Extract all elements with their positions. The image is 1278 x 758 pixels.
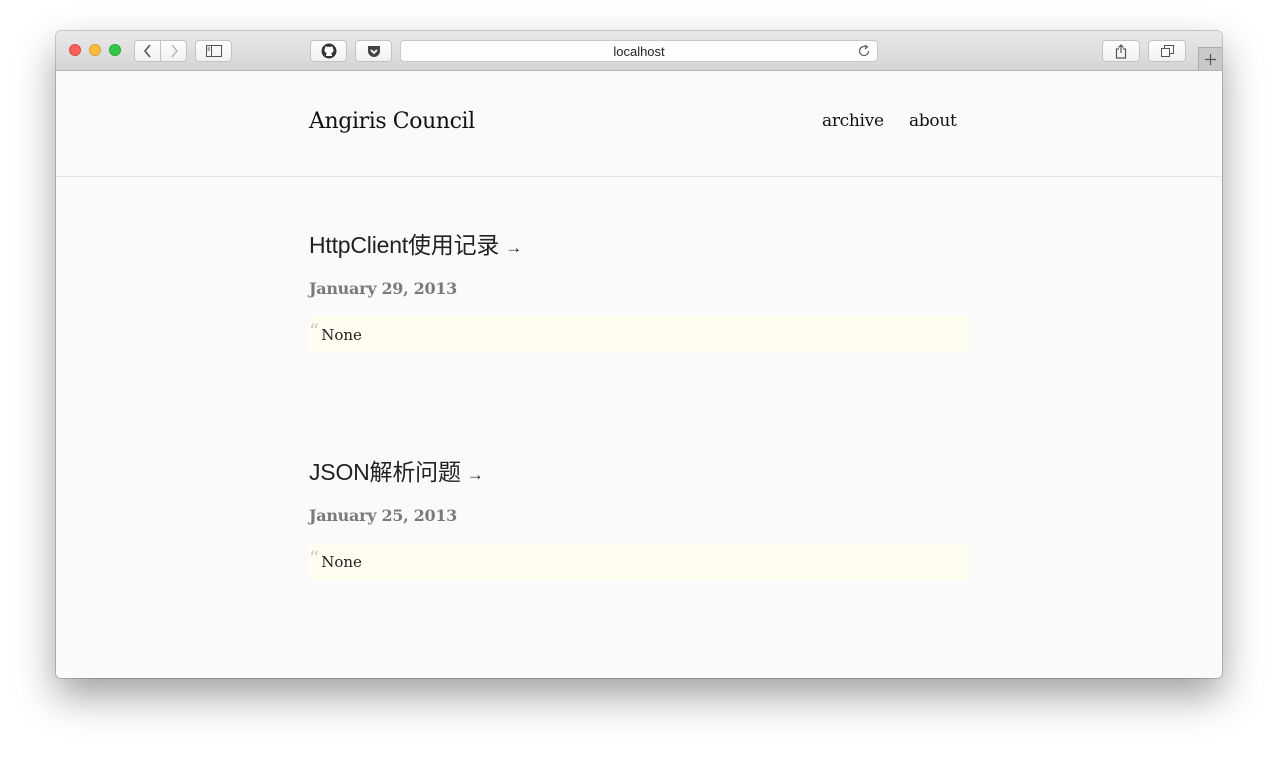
chevron-left-icon — [143, 44, 151, 58]
back-button[interactable] — [134, 40, 161, 62]
share-icon — [1115, 43, 1127, 59]
sidebar-button[interactable] — [195, 40, 232, 62]
post-excerpt-text: None — [321, 552, 362, 571]
browser-window: localhost Angiris Council archive about … — [56, 31, 1222, 678]
pocket-extension-button[interactable] — [355, 40, 392, 62]
tabs-icon — [1160, 45, 1174, 57]
quote-mark-icon: “ — [309, 318, 320, 343]
post-excerpt: “ None — [309, 316, 968, 353]
plus-icon — [1205, 53, 1216, 65]
post-title: JSON解析问题 → — [309, 457, 968, 487]
page-content: Angiris Council archive about HttpClient… — [56, 71, 1222, 678]
url-text: localhost — [613, 43, 665, 59]
browser-toolbar: localhost — [56, 31, 1222, 71]
post-item: HttpClient使用记录 → January 29, 2013 “ None — [309, 230, 968, 353]
site-title-link[interactable]: Angiris Council — [309, 109, 475, 134]
github-icon — [321, 43, 336, 59]
post-date: January 25, 2013 — [309, 506, 458, 525]
address-bar[interactable]: localhost — [400, 40, 878, 62]
post-permalink-arrow[interactable]: → — [467, 465, 484, 484]
new-tab-button[interactable] — [1198, 47, 1222, 70]
nav-about-link[interactable]: about — [909, 111, 957, 131]
minimize-window-button[interactable] — [89, 44, 101, 56]
tabs-overview-button[interactable] — [1148, 40, 1186, 62]
nav-archive-link[interactable]: archive — [822, 111, 884, 131]
quote-mark-icon: “ — [309, 545, 320, 570]
post-excerpt: “ None — [309, 543, 968, 580]
zoom-window-button[interactable] — [109, 44, 121, 56]
post-permalink-arrow[interactable]: → — [505, 238, 522, 257]
chevron-right-icon — [170, 44, 178, 58]
share-button[interactable] — [1102, 40, 1140, 62]
reload-icon[interactable] — [857, 44, 871, 58]
github-extension-button[interactable] — [310, 40, 347, 62]
site-header: Angiris Council archive about — [56, 71, 1222, 177]
post-title-link[interactable]: JSON解析问题 — [309, 459, 461, 485]
pocket-icon — [367, 45, 380, 57]
forward-button[interactable] — [160, 40, 187, 62]
post-title: HttpClient使用记录 → — [309, 230, 968, 260]
post-item: JSON解析问题 → January 25, 2013 “ None — [309, 457, 968, 580]
close-window-button[interactable] — [69, 44, 81, 56]
post-title-link[interactable]: HttpClient使用记录 — [309, 232, 499, 258]
post-excerpt-text: None — [321, 325, 362, 344]
sidebar-icon — [205, 45, 222, 57]
post-date: January 29, 2013 — [309, 279, 458, 298]
